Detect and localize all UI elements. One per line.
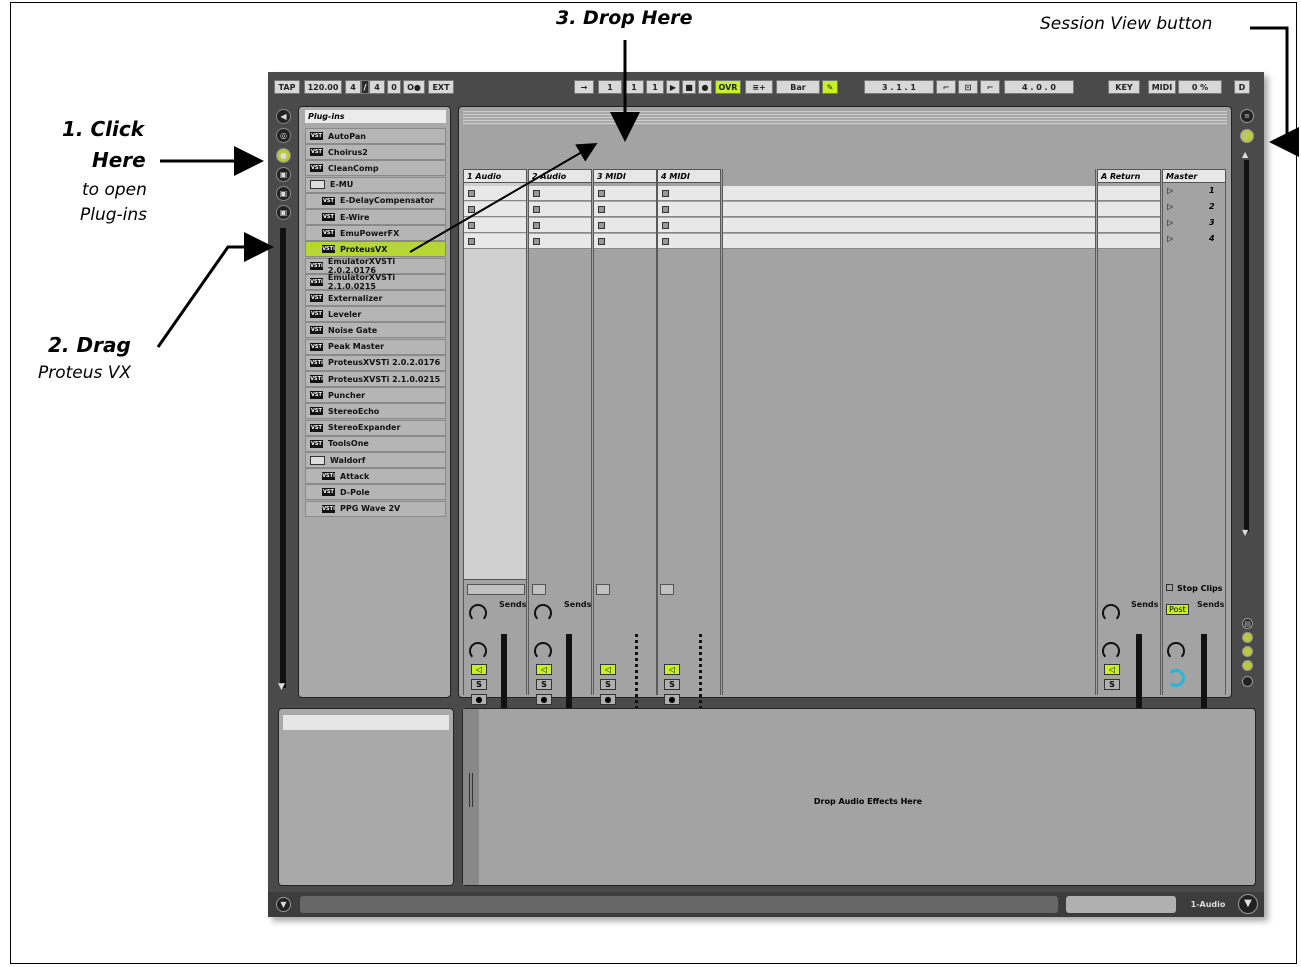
session-arrow bbox=[1250, 26, 1299, 157]
annotation-arrows bbox=[156, 26, 1299, 348]
drag-path bbox=[409, 142, 598, 253]
step2-arrow bbox=[156, 232, 274, 348]
